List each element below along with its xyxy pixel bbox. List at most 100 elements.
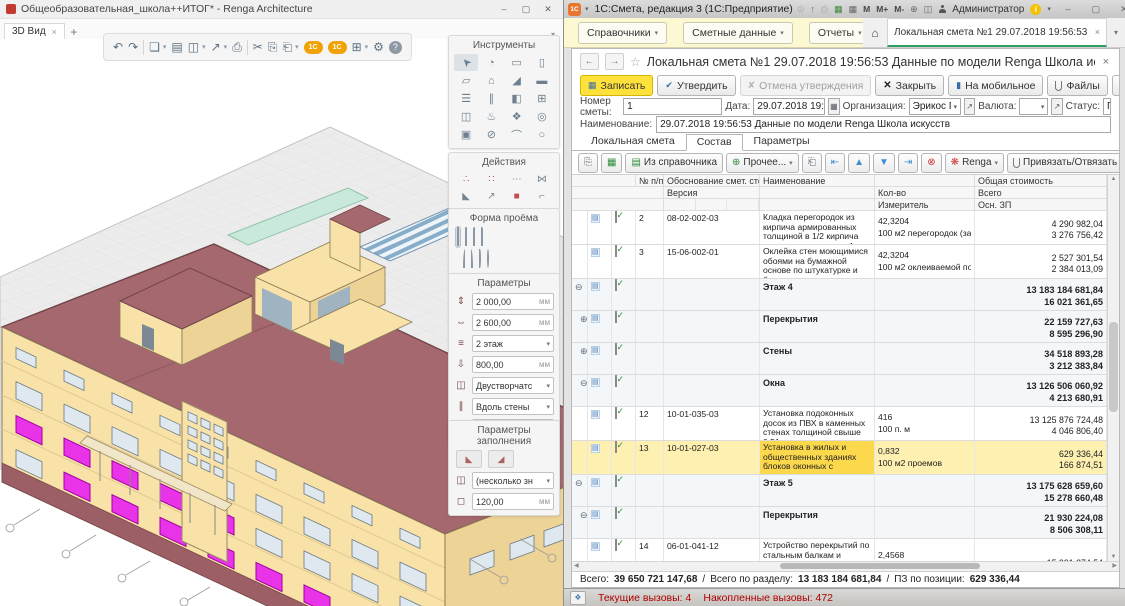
tool-stair-icon[interactable]: ☰: [454, 90, 478, 107]
selected-table-row[interactable]: ▤ 13 10-01-027-03 Установка в жилых и об…: [572, 441, 1107, 475]
shape-corner-left[interactable]: [472, 227, 476, 247]
new-caret-icon[interactable]: ▾: [163, 43, 167, 51]
memory-m-button[interactable]: M: [863, 4, 870, 14]
row-checkbox[interactable]: [615, 375, 617, 387]
hscroll-thumb[interactable]: [780, 563, 980, 569]
table-row[interactable]: ▤ 14 06-01-041-12 Устройство перекрытий …: [572, 539, 1107, 561]
fill-multi-select[interactable]: (несколько зн▾: [472, 472, 554, 489]
level-select[interactable]: 2 этаж▾: [472, 335, 554, 352]
tool-wall-icon[interactable]: ▭: [505, 54, 529, 71]
onec-maximize-button[interactable]: ▢: [1085, 4, 1107, 15]
onec-close-button[interactable]: ✕: [1113, 4, 1125, 15]
row-detail-icon[interactable]: ▤: [591, 248, 600, 257]
shape-rectangle[interactable]: [456, 227, 460, 247]
onec-menu-caret-icon[interactable]: ▾: [585, 5, 589, 13]
window-layout-icon[interactable]: ⊞: [352, 41, 362, 53]
copy-row-button[interactable]: ⎘: [578, 153, 598, 173]
org-select[interactable]: Эрикос Прое▾: [909, 98, 961, 115]
menu-otchety[interactable]: Отчеты▾: [809, 22, 863, 44]
row-checkbox[interactable]: [615, 343, 617, 355]
row-detail-icon[interactable]: ▤: [591, 478, 600, 487]
save-button[interactable]: ▦Записать: [580, 75, 653, 96]
layout-caret-icon[interactable]: ▾: [365, 43, 369, 51]
scroll-left-icon[interactable]: ◀: [574, 562, 579, 571]
group-row[interactable]: ⊖ ▤ Этаж 5 13 175 628 659,6015 278 660,4…: [572, 475, 1107, 507]
row-checkbox[interactable]: [615, 507, 617, 519]
shape-pentagon[interactable]: [456, 249, 458, 269]
save-caret-icon[interactable]: ▾: [202, 43, 206, 51]
tool-section-icon[interactable]: ○: [530, 126, 554, 143]
move-down-button[interactable]: ▼: [873, 153, 895, 173]
tool-hatch-icon[interactable]: ▣: [454, 126, 478, 143]
org-open-icon[interactable]: ↗: [964, 98, 975, 115]
scroll-thumb[interactable]: [1109, 322, 1118, 412]
1c-sync-icon[interactable]: 1С: [328, 41, 347, 54]
action-rotate-icon[interactable]: ◣: [454, 188, 478, 204]
from-reference-button[interactable]: ▤Из справочника: [625, 153, 723, 173]
tool-room-icon[interactable]: ◎: [530, 108, 554, 125]
tool-floor-icon[interactable]: ▱: [454, 72, 478, 89]
expand-icon[interactable]: ⊖: [572, 507, 588, 538]
action-mirror-icon[interactable]: ⋈: [530, 171, 554, 187]
action-array-icon[interactable]: ∷: [479, 171, 503, 187]
row-detail-icon[interactable]: ▤: [591, 444, 600, 453]
undo-icon[interactable]: ↶: [113, 41, 123, 53]
col-name[interactable]: Наименование: [760, 175, 875, 187]
number-input[interactable]: 1: [623, 98, 722, 115]
tool-window-icon[interactable]: ⊞: [530, 90, 554, 107]
tool-axis-icon[interactable]: ⊘: [479, 126, 503, 143]
columns-icon[interactable]: ◫: [924, 4, 933, 15]
settings-wrench-icon[interactable]: ⚙: [373, 41, 384, 53]
elevation-input[interactable]: 800,00мм: [472, 356, 554, 373]
spreadsheet-icon[interactable]: ▦: [834, 4, 843, 15]
shape-circle[interactable]: [486, 249, 490, 269]
row-detail-icon[interactable]: ▤: [591, 510, 600, 519]
tool-opening-icon[interactable]: ◫: [454, 108, 478, 125]
action-move-points-icon[interactable]: ∴: [454, 171, 478, 187]
print-icon[interactable]: ⎙: [232, 41, 242, 53]
col-qty[interactable]: Кол-во: [875, 187, 975, 199]
group-row[interactable]: ⊖ ▤ Окна 13 126 506 060,924 213 680,91: [572, 375, 1107, 407]
group-row[interactable]: ⊖ ▤ Перекрытия 21 930 224,088 506 308,11: [572, 507, 1107, 539]
nav-forward-button[interactable]: →: [605, 53, 624, 70]
sill-option-2-icon[interactable]: ◢: [488, 450, 514, 468]
tab-parametry[interactable]: Параметры: [743, 133, 821, 150]
table-row[interactable]: ▤ 3 15-06-002-01 Оклейка стен моющимися …: [572, 245, 1107, 279]
group-row[interactable]: ⊖ ▤ Этаж 4 13 183 184 681,8416 021 361,6…: [572, 279, 1107, 311]
delete-row-button[interactable]: ⊗: [921, 153, 941, 173]
calendar-icon[interactable]: ▦: [849, 4, 858, 15]
row-checkbox[interactable]: [615, 441, 617, 453]
save-icon[interactable]: ◫: [188, 41, 199, 53]
expand-icon[interactable]: ⊖: [572, 375, 588, 406]
table-vertical-scrollbar[interactable]: ▲ ▼: [1107, 175, 1119, 561]
document-tab-close-icon[interactable]: ×: [1095, 27, 1100, 37]
table-row[interactable]: ▤ 12 10-01-035-03 Установка подоконных д…: [572, 407, 1107, 441]
action-offset-icon[interactable]: ⌐: [530, 188, 554, 204]
status-calls-icon[interactable]: ❖: [570, 591, 586, 605]
row-detail-icon[interactable]: ▤: [591, 410, 600, 419]
import-icon[interactable]: ↑: [810, 4, 815, 14]
col-unit[interactable]: Измеритель: [875, 199, 975, 211]
row-checkbox[interactable]: [615, 211, 617, 223]
row-detail-icon[interactable]: ▤: [591, 214, 600, 223]
row-checkbox[interactable]: [615, 311, 617, 323]
renga-maximize-button[interactable]: ▢: [515, 4, 537, 15]
tool-route-icon[interactable]: ⌒: [505, 126, 529, 143]
row-detail-icon[interactable]: ▤: [591, 346, 600, 355]
cancel-approve-button[interactable]: ✘Отмена утверждения: [740, 75, 872, 96]
tool-roof-icon[interactable]: ⌂: [479, 72, 503, 89]
tabstrip-overflow-icon[interactable]: ▾: [1107, 18, 1125, 47]
menu-spravochniki[interactable]: Справочники▾: [578, 22, 667, 44]
renga-minimize-button[interactable]: –: [493, 4, 515, 14]
move-last-button[interactable]: ⇥: [898, 153, 918, 173]
zoom-icon[interactable]: ⊕: [910, 4, 918, 15]
move-first-button[interactable]: ⇤: [825, 153, 845, 173]
col-zp[interactable]: Осн. ЗП: [975, 199, 1107, 211]
tool-door-icon[interactable]: ◧: [505, 90, 529, 107]
date-input[interactable]: 29.07.2018 19:56:53: [753, 98, 825, 115]
date-calendar-icon[interactable]: ▦: [828, 98, 839, 115]
row-detail-icon[interactable]: ▤: [591, 378, 600, 387]
onec-minimize-button[interactable]: –: [1057, 4, 1079, 14]
info-icon[interactable]: i: [1030, 4, 1041, 15]
status-select[interactable]: Проект▾: [1103, 98, 1111, 115]
